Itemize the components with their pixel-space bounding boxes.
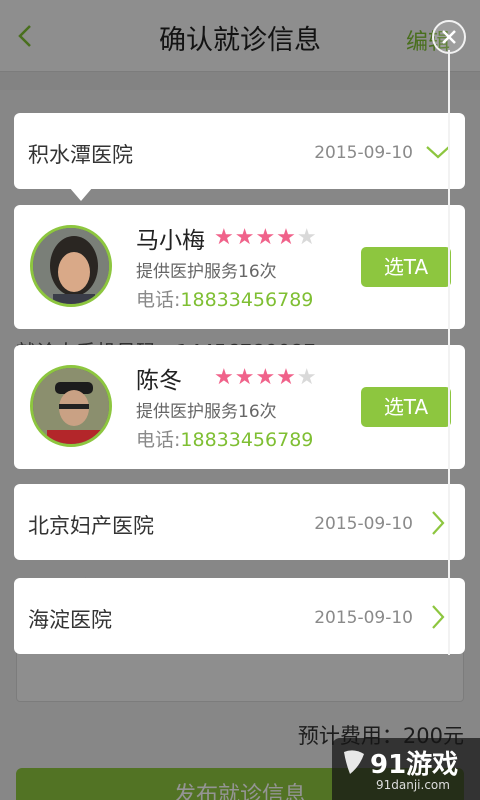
service-count: 提供医护服务16次 [136, 262, 277, 282]
doctor-name: 陈冬 [136, 368, 182, 394]
doctor-card: 马小梅 ★★★★★ 提供医护服务16次 电话:18833456789 选TA [14, 205, 465, 329]
hospital-date: 2015-09-10 [314, 514, 413, 534]
hospital-item[interactable]: 积水潭医院 2015-09-10 [14, 113, 465, 201]
hospital-name: 海淀医院 [28, 608, 112, 632]
rating-stars: ★★★★★ [214, 225, 318, 250]
close-button[interactable] [432, 20, 466, 54]
doctor-phone: 电话:18833456789 [136, 289, 314, 311]
watermark-badge: 91游戏 91danji.com [332, 738, 480, 800]
service-count: 提供医护服务16次 [136, 402, 277, 422]
watermark-url: 91danji.com [376, 778, 450, 792]
watermark-logo: 91游戏 [370, 750, 459, 780]
doctor-card: 陈冬 ★★★★★ 提供医护服务16次 电话:18833456789 选TA [14, 345, 465, 469]
hospital-date: 2015-09-10 [314, 143, 413, 163]
doctor-avatar [30, 365, 112, 447]
watermark-logo-icon [344, 750, 364, 774]
hospital-item[interactable]: 海淀医院 2015-09-10 [14, 578, 465, 654]
hospital-name: 北京妇产医院 [28, 514, 154, 538]
doctor-phone: 电话:18833456789 [136, 429, 314, 451]
hospital-name: 积水潭医院 [28, 143, 133, 167]
select-doctor-button[interactable]: 选TA [361, 247, 451, 287]
doctor-avatar [30, 225, 112, 307]
close-connector-line [448, 50, 450, 655]
select-doctor-button[interactable]: 选TA [361, 387, 451, 427]
doctor-name: 马小梅 [136, 228, 205, 254]
close-icon [442, 30, 456, 44]
dropdown-pointer [69, 187, 93, 201]
rating-stars: ★★★★★ [214, 365, 318, 390]
hospital-item[interactable]: 北京妇产医院 2015-09-10 [14, 484, 465, 560]
hospital-date: 2015-09-10 [314, 608, 413, 628]
